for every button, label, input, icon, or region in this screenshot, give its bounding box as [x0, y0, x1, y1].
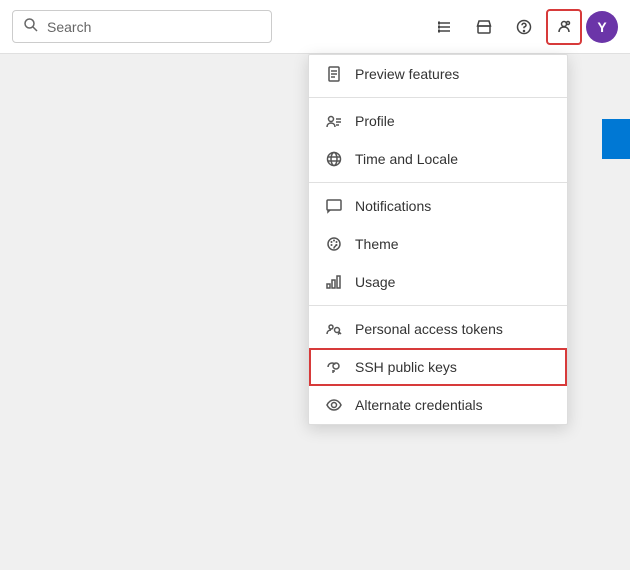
menu-label-personal-access-tokens: Personal access tokens: [355, 321, 503, 337]
ssh-icon: [325, 358, 343, 376]
chat-icon: [325, 197, 343, 215]
user-dropdown-menu: Preview features Profile: [308, 54, 568, 425]
avatar[interactable]: Y: [586, 11, 618, 43]
menu-item-preview-features[interactable]: Preview features: [309, 55, 567, 93]
menu-item-theme[interactable]: Theme: [309, 225, 567, 263]
topbar: Search: [0, 0, 630, 54]
menu-label-theme: Theme: [355, 236, 399, 252]
menu-label-time-locale: Time and Locale: [355, 151, 458, 167]
menu-item-personal-access-tokens[interactable]: Personal access tokens: [309, 310, 567, 348]
menu-item-notifications[interactable]: Notifications: [309, 187, 567, 225]
menu-label-alternate-credentials: Alternate credentials: [355, 397, 483, 413]
menu-item-ssh-public-keys[interactable]: SSH public keys: [309, 348, 567, 386]
profile-icon: [325, 112, 343, 130]
main-content: Preview features Profile: [0, 54, 630, 570]
menu-label-profile: Profile: [355, 113, 395, 129]
menu-label-usage: Usage: [355, 274, 395, 290]
divider-1: [309, 97, 567, 98]
person-key-icon: [325, 320, 343, 338]
help-icon-button[interactable]: [506, 9, 542, 45]
eye-icon: [325, 396, 343, 414]
divider-2: [309, 182, 567, 183]
list-icon-button[interactable]: [426, 9, 462, 45]
search-label: Search: [47, 19, 91, 35]
user-settings-icon-button[interactable]: [546, 9, 582, 45]
menu-item-time-locale[interactable]: Time and Locale: [309, 140, 567, 178]
menu-item-alternate-credentials[interactable]: Alternate credentials: [309, 386, 567, 424]
chart-icon: [325, 273, 343, 291]
store-icon-button[interactable]: [466, 9, 502, 45]
paint-icon: [325, 235, 343, 253]
menu-item-usage[interactable]: Usage: [309, 263, 567, 301]
search-icon: [23, 17, 39, 36]
background-blue-button: [602, 119, 630, 159]
document-icon: [325, 65, 343, 83]
menu-label-ssh-public-keys: SSH public keys: [355, 359, 457, 375]
divider-3: [309, 305, 567, 306]
topbar-icons: Y: [426, 9, 618, 45]
globe-icon: [325, 150, 343, 168]
menu-label-preview-features: Preview features: [355, 66, 459, 82]
search-box[interactable]: Search: [12, 10, 272, 43]
menu-item-profile[interactable]: Profile: [309, 102, 567, 140]
menu-label-notifications: Notifications: [355, 198, 431, 214]
